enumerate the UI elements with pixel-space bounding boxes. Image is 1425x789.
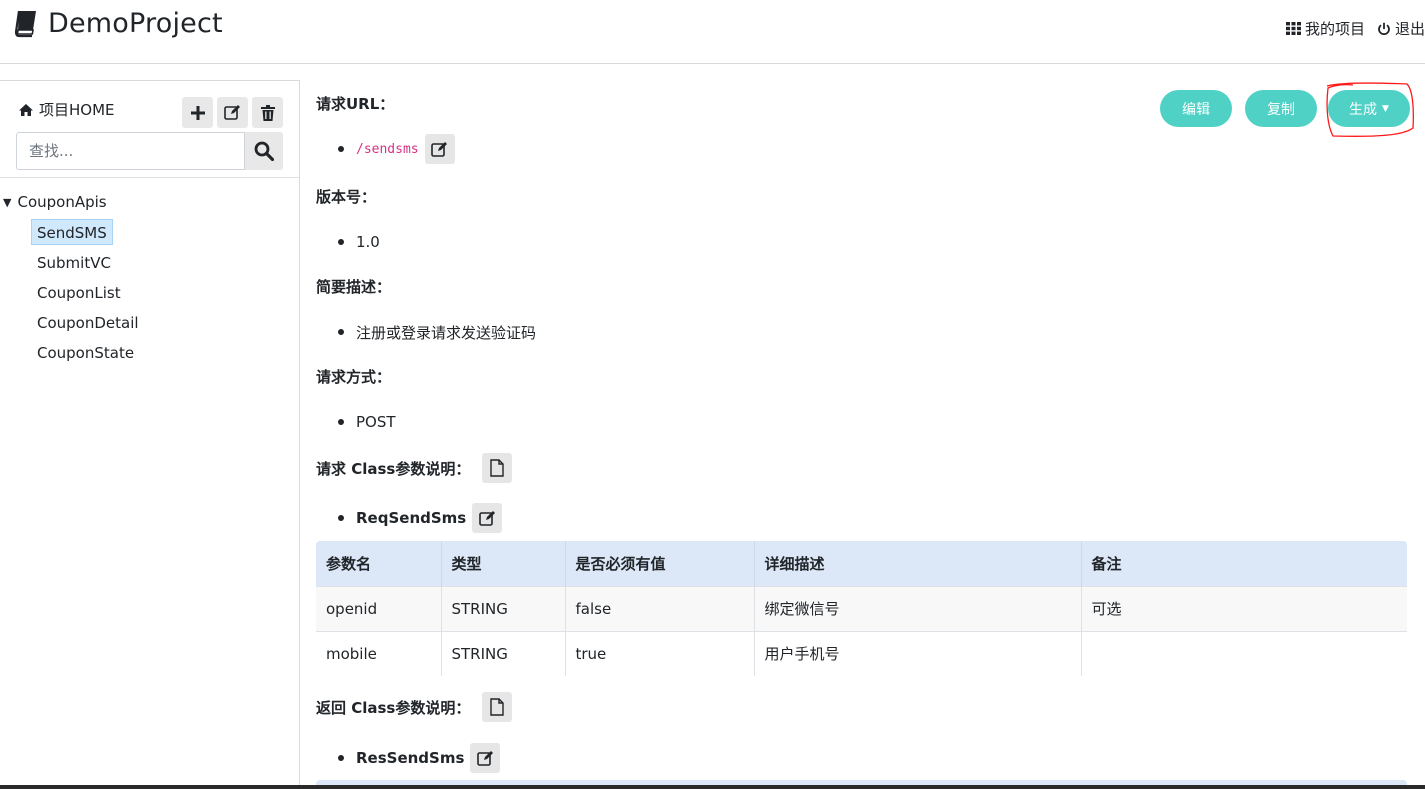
url-item: /sendsms: [338, 134, 455, 164]
sidebar: 项目HOME 查找... ▼ CouponApis SendSMS Submit…: [0, 80, 300, 789]
table-header-row: 参数名 类型 是否必须有值 详细描述 备注: [316, 541, 1407, 586]
table-cell: STRING: [441, 585, 566, 631]
desc-value: 注册或登录请求发送验证码: [356, 323, 537, 342]
edit-res-class-button[interactable]: [470, 743, 501, 773]
desc-item: 注册或登录请求发送验证码: [338, 322, 536, 342]
res-class-doc-button[interactable]: [482, 692, 513, 722]
column-header: 备注: [1081, 541, 1407, 586]
edit-icon: [224, 105, 240, 120]
req-params-table: 参数名 类型 是否必须有值 详细描述 备注 openid STRING fals…: [316, 541, 1407, 676]
tree-item-sendsms[interactable]: SendSMS: [31, 219, 113, 245]
add-button[interactable]: [182, 97, 213, 128]
sidebar-header: 项目HOME: [0, 81, 299, 178]
bottom-edge: [0, 785, 1425, 789]
table-cell: mobile: [316, 630, 442, 676]
edit-button[interactable]: [217, 97, 248, 128]
column-header: 参数名: [316, 541, 442, 586]
edit-req-class-button[interactable]: [472, 503, 503, 533]
caret-down-icon: ▼: [1382, 103, 1389, 114]
brand[interactable]: DemoProject: [14, 8, 223, 39]
method-value: POST: [356, 413, 396, 431]
table-cell: STRING: [441, 630, 566, 676]
req-class-label: 请求 Class参数说明：: [316, 459, 471, 478]
table-cell: 可选: [1081, 585, 1407, 631]
res-class-heading: 返回 Class参数说明：: [316, 692, 513, 722]
desc-label: 简要描述：: [316, 278, 392, 296]
api-detail: 编辑 复制 生成 ▼ 请求URL： /sendsms 版本号： 1.0 简要描述…: [316, 80, 1416, 789]
power-icon: [1378, 22, 1390, 35]
req-class-heading: 请求 Class参数说明：: [316, 453, 513, 483]
generate-dropdown-button[interactable]: 生成 ▼: [1328, 90, 1410, 127]
url-label: 请求URL：: [316, 95, 395, 113]
file-icon: [490, 459, 505, 477]
table-cell: false: [565, 585, 755, 631]
version-label: 版本号：: [316, 188, 377, 206]
req-class-name: ReqSendSms: [356, 509, 467, 527]
edit-icon: [478, 510, 495, 526]
edit-icon: [477, 750, 493, 766]
tree-item-couponlist[interactable]: CouponList: [31, 279, 127, 305]
caret-down-icon: ▼: [3, 195, 12, 209]
project-home-link[interactable]: 项目HOME: [18, 99, 115, 120]
version-item: 1.0: [338, 232, 380, 252]
method-label: 请求方式：: [316, 368, 392, 386]
home-label: 项目HOME: [39, 101, 115, 119]
tree-item-couponstate[interactable]: CouponState: [31, 339, 140, 365]
column-header: 详细描述: [754, 541, 1082, 586]
edit-url-button[interactable]: [424, 134, 455, 164]
generate-label: 生成: [1349, 101, 1378, 118]
copy-api-button[interactable]: 复制: [1245, 90, 1317, 127]
tree-item-submitvc[interactable]: SubmitVC: [31, 249, 117, 275]
table-cell: openid: [316, 585, 442, 631]
column-header: 是否必须有值: [565, 541, 755, 586]
logout-label: 退出: [1394, 20, 1425, 38]
method-item: POST: [338, 412, 396, 432]
url-value: /sendsms: [356, 141, 419, 157]
search-icon: [254, 141, 274, 161]
my-projects-label: 我的项目: [1304, 20, 1365, 38]
api-tree: ▼ CouponApis SendSMS SubmitVC CouponList…: [0, 189, 299, 365]
my-projects-link[interactable]: 我的项目: [1285, 18, 1365, 39]
req-class-doc-button[interactable]: [482, 453, 513, 483]
table-row: openid STRING false 绑定微信号 可选: [316, 585, 1407, 631]
tree-item-coupondetail[interactable]: CouponDetail: [31, 309, 145, 335]
project-title: DemoProject: [48, 8, 223, 39]
top-navbar: DemoProject 我的项目 退出: [0, 0, 1425, 64]
search-input[interactable]: [16, 132, 245, 170]
table-cell: true: [565, 630, 755, 676]
tree-group-couponapis[interactable]: ▼ CouponApis: [0, 189, 299, 215]
res-class-name: ResSendSms: [356, 749, 465, 767]
version-value: 1.0: [356, 233, 380, 251]
logout-link[interactable]: 退出: [1377, 18, 1425, 39]
home-icon: [19, 103, 33, 116]
req-class-item: ReqSendSms: [338, 503, 503, 533]
tree-group-label: CouponApis: [17, 193, 107, 211]
edit-icon: [431, 141, 448, 157]
res-class-item: ResSendSms: [338, 743, 501, 773]
table-cell: 绑定微信号: [754, 585, 1082, 631]
book-icon: [14, 10, 36, 37]
grid-icon: [1285, 22, 1301, 35]
delete-button[interactable]: [252, 97, 283, 128]
file-icon: [490, 698, 505, 716]
res-class-label: 返回 Class参数说明：: [316, 698, 471, 717]
table-cell: [1081, 630, 1407, 676]
table-cell: 用户手机号: [754, 630, 1082, 676]
trash-icon: [260, 104, 275, 121]
column-header: 类型: [441, 541, 566, 586]
search-button[interactable]: [245, 132, 283, 170]
plus-icon: [190, 105, 205, 120]
edit-api-button[interactable]: 编辑: [1160, 90, 1232, 127]
table-row: mobile STRING true 用户手机号: [316, 630, 1407, 676]
